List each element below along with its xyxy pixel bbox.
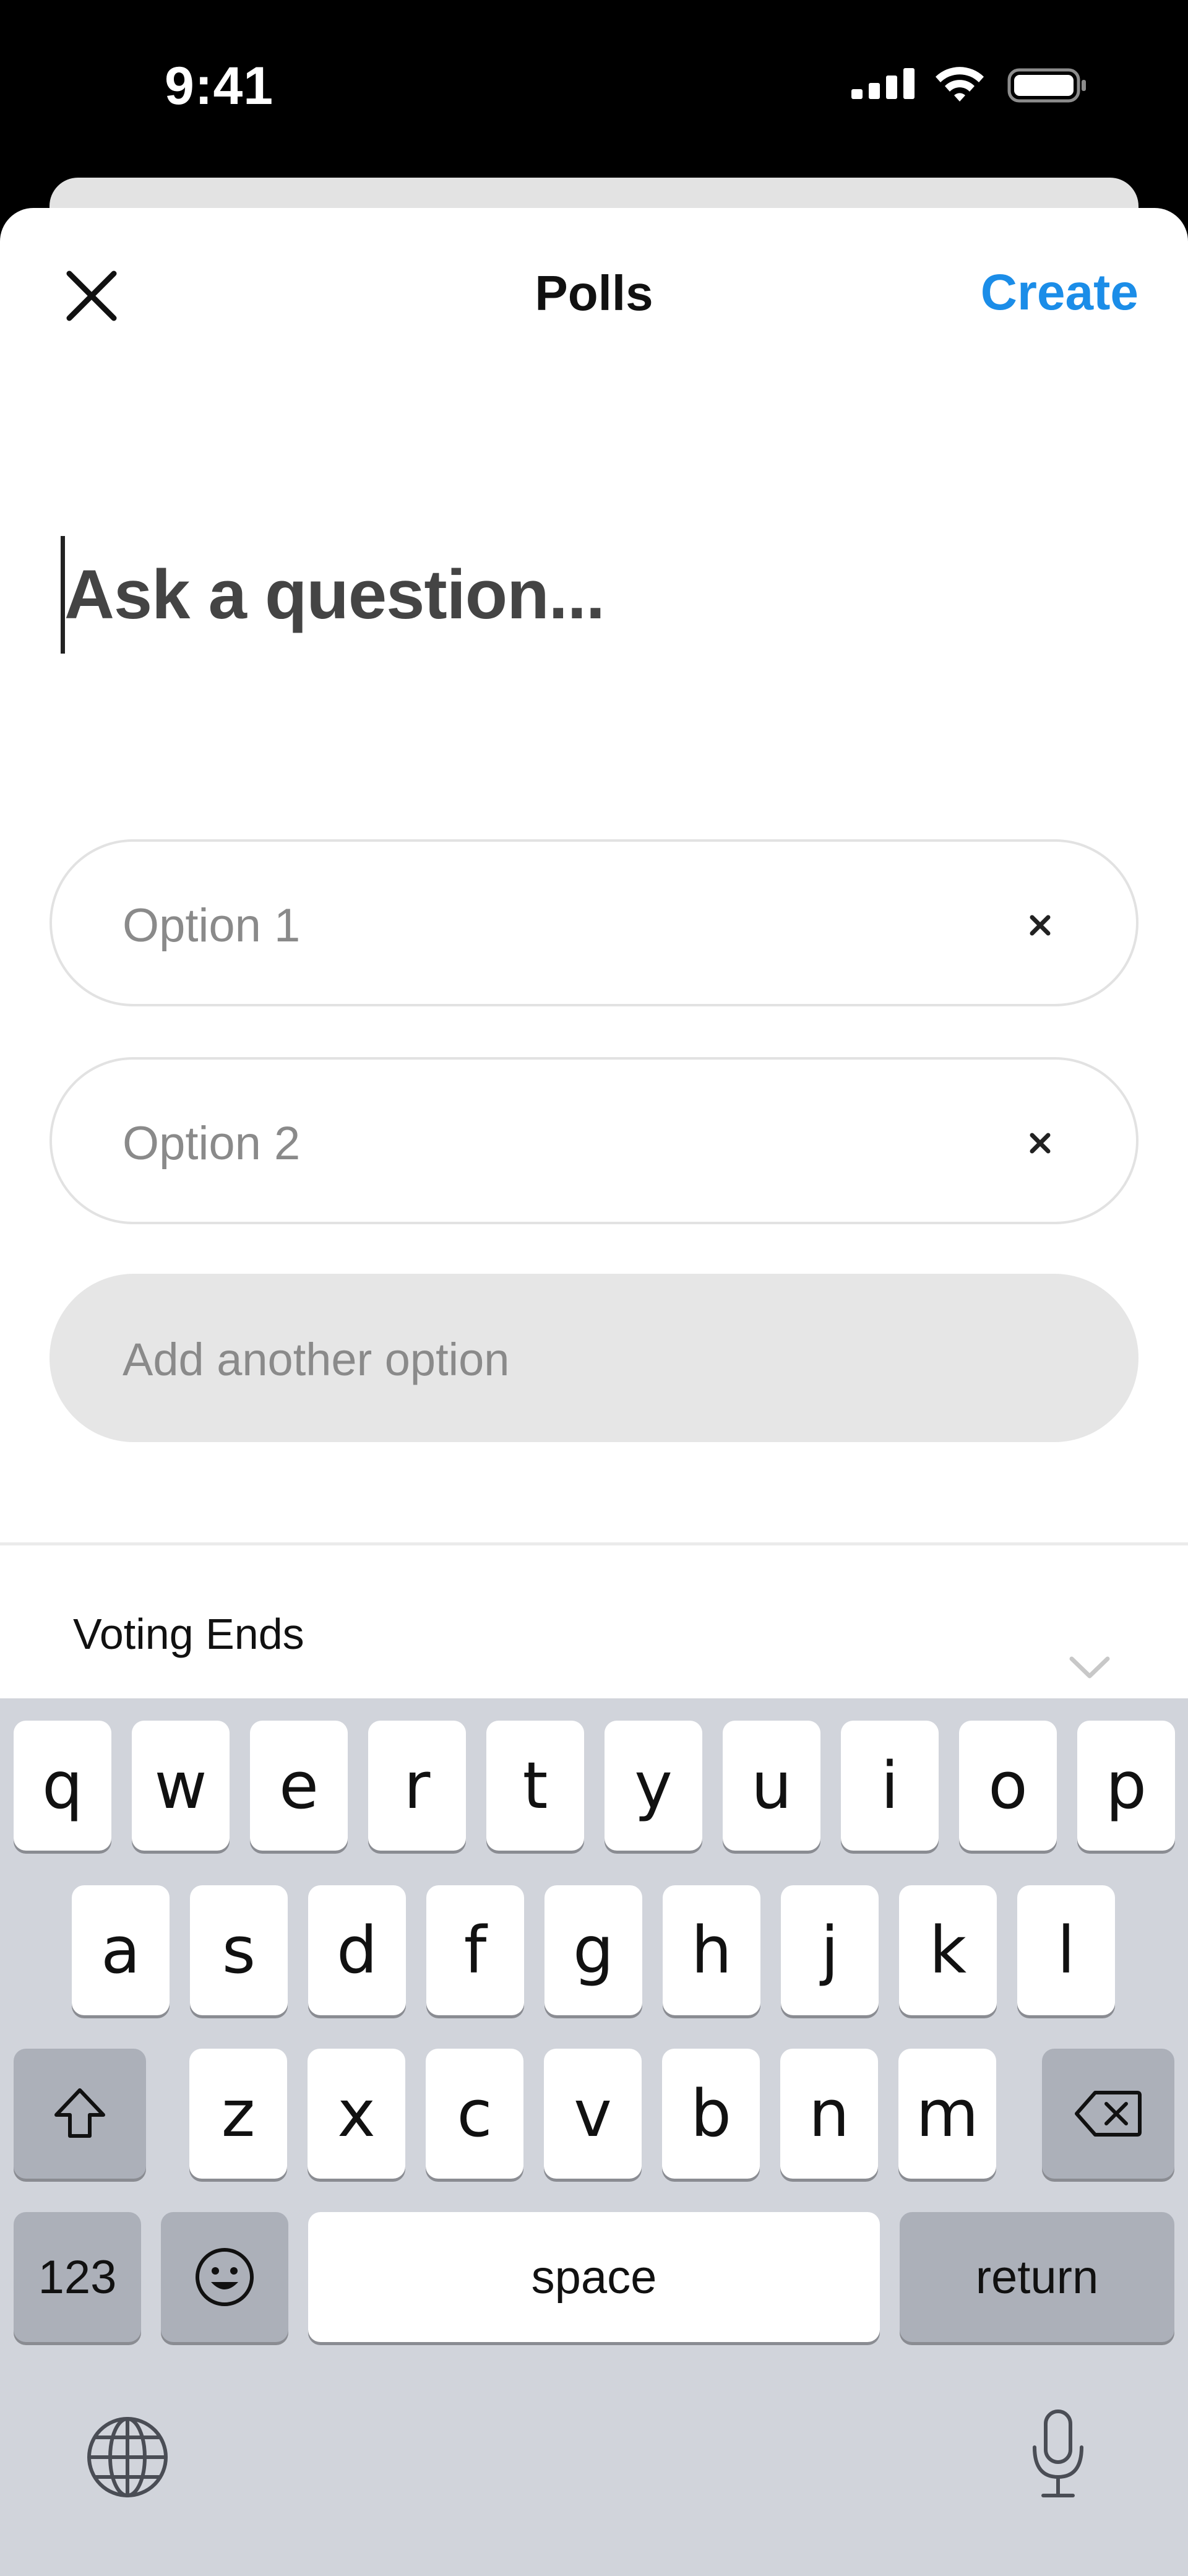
microphone-icon[interactable] — [1027, 2408, 1089, 2500]
numbers-key[interactable]: 123 — [14, 2212, 141, 2342]
screen: 9:41 Polls Create Ask a question... Opti… — [0, 0, 1188, 2576]
key-c[interactable]: c — [426, 2049, 523, 2179]
key-z[interactable]: z — [189, 2049, 287, 2179]
create-button[interactable]: Create — [981, 264, 1138, 322]
key-n[interactable]: n — [780, 2049, 878, 2179]
voting-ends-label: Voting Ends — [73, 1610, 304, 1658]
wifi-icon — [936, 67, 984, 102]
remove-option-icon[interactable] — [1025, 1128, 1056, 1159]
shift-key[interactable] — [14, 2049, 146, 2179]
section-divider — [0, 1542, 1188, 1545]
backspace-key[interactable] — [1042, 2049, 1174, 2179]
status-bar: 9:41 — [0, 0, 1188, 179]
key-b[interactable]: b — [662, 2049, 760, 2179]
key-g[interactable]: g — [544, 1885, 642, 2015]
backspace-icon — [1075, 2091, 1142, 2137]
space-key[interactable]: space — [308, 2212, 880, 2342]
key-d[interactable]: d — [308, 1885, 406, 2015]
key-s[interactable]: s — [190, 1885, 288, 2015]
emoji-key[interactable] — [161, 2212, 288, 2342]
option-1-placeholder: Option 1 — [123, 899, 301, 952]
key-o[interactable]: o — [959, 1721, 1057, 1851]
key-e[interactable]: e — [250, 1721, 348, 1851]
key-q[interactable]: q — [14, 1721, 111, 1851]
key-r[interactable]: r — [368, 1721, 466, 1851]
battery-icon — [1007, 68, 1086, 103]
question-input[interactable]: Ask a question... — [64, 555, 605, 634]
key-j[interactable]: j — [781, 1885, 879, 2015]
key-i[interactable]: i — [841, 1721, 939, 1851]
shift-icon — [54, 2088, 105, 2138]
key-t[interactable]: t — [486, 1721, 584, 1851]
key-a[interactable]: a — [72, 1885, 170, 2015]
emoji-icon — [196, 2248, 254, 2306]
key-m[interactable]: m — [898, 2049, 996, 2179]
key-h[interactable]: h — [663, 1885, 760, 2015]
remove-option-icon[interactable] — [1025, 910, 1056, 941]
key-w[interactable]: w — [132, 1721, 230, 1851]
key-p[interactable]: p — [1077, 1721, 1175, 1851]
option-1-field[interactable]: Option 1 — [50, 839, 1138, 1006]
status-time: 9:41 — [165, 56, 274, 116]
return-key[interactable]: return — [900, 2212, 1174, 2342]
option-2-field[interactable]: Option 2 — [50, 1057, 1138, 1224]
key-u[interactable]: u — [723, 1721, 820, 1851]
key-v[interactable]: v — [544, 2049, 642, 2179]
key-y[interactable]: y — [605, 1721, 702, 1851]
chevron-down-icon[interactable] — [1068, 1654, 1111, 1681]
globe-icon[interactable] — [84, 2414, 171, 2500]
key-l[interactable]: l — [1017, 1885, 1115, 2015]
option-2-placeholder: Option 2 — [123, 1117, 301, 1170]
add-option-button[interactable]: Add another option — [50, 1274, 1138, 1442]
signal-icon — [851, 68, 915, 99]
key-k[interactable]: k — [899, 1885, 997, 2015]
key-f[interactable]: f — [426, 1885, 524, 2015]
add-option-label: Add another option — [123, 1334, 510, 1385]
key-x[interactable]: x — [308, 2049, 405, 2179]
